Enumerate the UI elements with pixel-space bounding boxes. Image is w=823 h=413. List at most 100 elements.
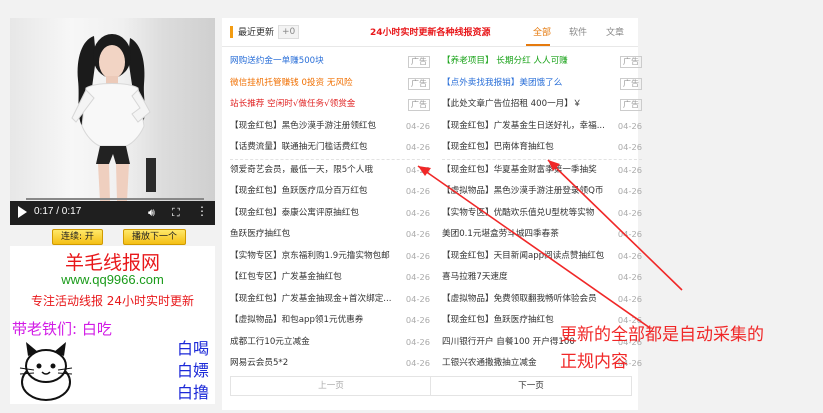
item-title[interactable]: 【现金红包】泰康公寓评原抽红包 — [230, 203, 396, 225]
next-page-button[interactable]: 下一页 — [430, 376, 632, 396]
ad-line-1: 白喝 — [176, 339, 209, 358]
item-date: 04-26 — [405, 293, 430, 304]
item-title[interactable]: 【现金红包】黑色沙漠手游注册领红包 — [230, 116, 396, 138]
tab-all[interactable]: 全部 — [533, 25, 551, 38]
item-date: 04-26 — [405, 250, 430, 261]
update-count-badge: +0 — [278, 25, 300, 39]
item-date: 04-26 — [405, 336, 430, 347]
list-item[interactable]: 【现金红包】广发基金抽现金+首次绑定... 04-26 — [230, 289, 430, 311]
item-title[interactable]: 【现金红包】巴南体育抽红包 — [442, 137, 608, 159]
list-item[interactable]: 喜马拉雅7天速度 04-26 — [442, 267, 642, 289]
item-title[interactable]: 鱼跃医疗抽红包 — [230, 224, 396, 246]
item-title[interactable]: 网购送约金一单赚500块 — [230, 51, 396, 73]
item-title[interactable]: 【虚拟物品】和包app领1元优惠券 — [230, 310, 396, 332]
annotation-line-2: 正规内容 — [560, 352, 628, 372]
video-time: 0:17 / 0:17 — [34, 206, 82, 217]
list-item[interactable]: 【现金红包】天目新闻app阅读点赞抽红包 04-26 — [442, 246, 642, 268]
list-item[interactable]: 【现金红包】华夏基金财富季第一季抽奖 04-26 — [442, 160, 642, 182]
video-progress-bar[interactable] — [26, 198, 204, 200]
item-title[interactable]: 【现金红包】天目新闻app阅读点赞抽红包 — [442, 246, 608, 268]
item-title[interactable]: 【现金红包】华夏基金财富季第一季抽奖 — [442, 160, 608, 182]
item-title[interactable]: 【养老项目】 长期分红 人人可赚 — [442, 51, 608, 73]
item-title[interactable]: 喜马拉雅7天速度 — [442, 267, 608, 289]
list-item[interactable]: 成都工行10元立减金 04-26 — [230, 332, 430, 354]
ad-tag: 广告 — [620, 99, 642, 111]
fullscreen-icon[interactable]: ⛶ — [172, 206, 180, 220]
list-item[interactable]: 美团0.1元堪盒劳斗城四季春茶 04-26 — [442, 224, 642, 246]
play-icon[interactable] — [18, 206, 27, 218]
item-date: 04-26 — [405, 207, 430, 218]
more-options-icon[interactable]: ⋮ — [196, 204, 208, 218]
active-tab-indicator — [526, 44, 550, 46]
item-title[interactable]: 网易云会员5*2 — [230, 353, 396, 375]
item-title[interactable]: 【现金红包】广发基金生日送好礼，幸福... — [442, 116, 608, 138]
item-title[interactable]: 【实物专区】京东福利购1.9元撸实物包邮 — [230, 246, 396, 268]
list-item[interactable]: 【实物专区】优酷欢乐值兑U型枕等实物 04-26 — [442, 203, 642, 225]
list-item[interactable]: 【实物专区】京东福利购1.9元撸实物包邮 04-26 — [230, 246, 430, 268]
item-title[interactable]: 成都工行10元立减金 — [230, 332, 396, 354]
item-title[interactable]: 【虚拟物品】免费领取翻我畅听体验会员 — [442, 289, 608, 311]
header-accent — [230, 26, 233, 38]
video-button-row: 连续: 开 播放下一个 — [10, 228, 215, 245]
list-item[interactable]: 【虚拟物品】和包app领1元优惠券 04-26 — [230, 310, 430, 332]
list-item[interactable]: 【话费流量】联通抽无门槛话费红包 04-26 — [230, 137, 430, 160]
annotation-text: 更新的全部都是自动采集的 正规内容 — [560, 322, 764, 376]
item-title[interactable]: 【现金红包】广发基金抽现金+首次绑定... — [230, 289, 396, 311]
item-title[interactable]: 美团0.1元堪盒劳斗城四季春茶 — [442, 224, 608, 246]
list-item[interactable]: 鱼跃医疗抽红包 04-26 — [230, 224, 430, 246]
list-item[interactable]: 【此处文章广告位招租 400一月】￥ 广告 — [442, 94, 642, 116]
list-item[interactable]: 【点外卖找我报销】美团饿了么 广告 — [442, 73, 642, 95]
list-item[interactable]: 【虚拟物品】黑色沙漠手游注册登录领Q币 04-26 — [442, 181, 642, 203]
panel-header: 最近更新 +0 24小时实时更新各种线报资源 全部 软件 文章 — [222, 18, 638, 47]
list-item[interactable]: 【虚拟物品】免费领取翻我畅听体验会员 04-26 — [442, 289, 642, 311]
item-title[interactable]: 【虚拟物品】黑色沙漠手游注册登录领Q币 — [442, 181, 608, 203]
item-date: 04-26 — [405, 164, 430, 175]
item-title[interactable]: 【实物专区】优酷欢乐值兑U型枕等实物 — [442, 203, 608, 225]
prev-page-button[interactable]: 上一页 — [230, 376, 432, 396]
continuous-play-button[interactable]: 连续: 开 — [52, 229, 103, 245]
list-item[interactable]: 站长推荐 空闲时√做任务√领赏金 广告 — [230, 94, 430, 116]
item-title[interactable]: 领爱奇艺会员，最低一天，限5个人哦 — [230, 160, 396, 182]
ad-url: www.qq9966.com — [61, 272, 164, 287]
list-item[interactable]: 领爱奇艺会员，最低一天，限5个人哦 04-26 — [230, 160, 430, 182]
item-title[interactable]: 【话费流量】联通抽无门槛话费红包 — [230, 137, 396, 159]
left-item-list: 网购送约金一单赚500块 广告 微信挂机托管赚钱 0投资 无风险 广告 站长推荐 空闲时… — [230, 51, 430, 375]
item-date: 04-26 — [405, 358, 430, 368]
ad-tag: 广告 — [408, 77, 430, 90]
ad-title: 羊毛线报网 — [64, 252, 160, 274]
video-player[interactable]: 0:17 / 0:17 🔊︎ ⛶ ⋮ — [10, 18, 215, 225]
tab-articles[interactable]: 文章 — [606, 25, 624, 38]
tab-software[interactable]: 软件 — [569, 25, 587, 38]
item-title[interactable]: 站长推荐 空闲时√做任务√领赏金 — [230, 94, 396, 116]
list-item[interactable]: 微信挂机托管赚钱 0投资 无风险 广告 — [230, 73, 430, 95]
play-next-button[interactable]: 播放下一个 — [123, 229, 187, 245]
item-date: 04-26 — [617, 250, 642, 261]
item-date: 04-26 — [405, 229, 430, 239]
ad-line-2: 白嫖 — [176, 361, 209, 380]
ad-banner[interactable]: 羊毛线报网 www.qq9966.com 专注活动线报 24小时实时更新 带老铁… — [10, 246, 215, 404]
item-date: 04-26 — [617, 120, 642, 131]
volume-icon[interactable]: 🔊︎ — [148, 206, 155, 220]
ad-tag: 广告 — [408, 56, 430, 68]
list-item[interactable]: 【红包专区】广发基金抽红包 04-26 — [230, 267, 430, 289]
item-title[interactable]: 【红包专区】广发基金抽红包 — [230, 267, 396, 289]
item-title[interactable]: 【点外卖找我报销】美团饿了么 — [442, 73, 608, 95]
item-title[interactable]: 【现金红包】鱼跃医疗瓜分百万红包 — [230, 181, 396, 203]
list-item[interactable]: 【现金红包】鱼跃医疗瓜分百万红包 04-26 — [230, 181, 430, 203]
video-frame[interactable] — [10, 18, 215, 201]
list-item[interactable]: 【现金红包】巴南体育抽红包 04-26 — [442, 137, 642, 160]
list-item[interactable]: 【现金红包】泰康公寓评原抽红包 04-26 — [230, 203, 430, 225]
item-title[interactable]: 【此处文章广告位招租 400一月】￥ — [442, 94, 608, 116]
item-date: 04-26 — [617, 272, 642, 282]
list-item[interactable]: 【现金红包】广发基金生日送好礼，幸福... 04-26 — [442, 116, 642, 138]
list-item[interactable]: 网购送约金一单赚500块 广告 — [230, 51, 430, 73]
list-item[interactable]: 网易云会员5*2 04-26 — [230, 353, 430, 375]
item-date: 04-26 — [617, 186, 642, 196]
ad-lead: 带老铁们: 白吃 — [12, 320, 112, 338]
annotation-line-1: 更新的全部都是自动采集的 — [560, 325, 764, 345]
item-date: 04-26 — [617, 164, 642, 175]
list-item[interactable]: 【现金红包】黑色沙漠手游注册领红包 04-26 — [230, 116, 430, 138]
list-item[interactable]: 【养老项目】 长期分红 人人可赚 广告 — [442, 51, 642, 73]
item-title[interactable]: 微信挂机托管赚钱 0投资 无风险 — [230, 73, 396, 95]
item-date: 04-26 — [405, 120, 430, 131]
